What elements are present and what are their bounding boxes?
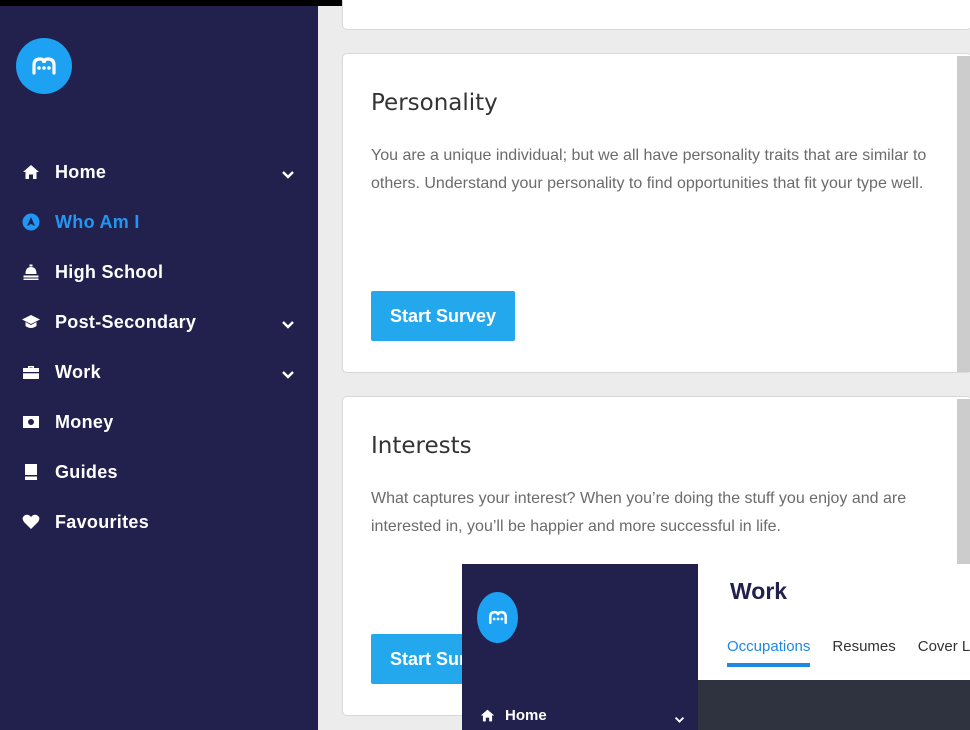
start-survey-button[interactable]: Start Survey [371, 291, 515, 341]
logo-icon [488, 610, 507, 625]
sidebar-item-favourites[interactable]: Favourites [0, 497, 318, 547]
tab-occupations[interactable]: Occupations [727, 638, 811, 667]
app-logo[interactable] [477, 592, 518, 643]
previous-card [342, 0, 970, 30]
card-description: What captures your interest? When you’re… [371, 490, 907, 535]
sidebar-item-who-am-i[interactable]: Who Am I [0, 197, 318, 247]
home-icon [20, 161, 42, 183]
sidebar-item-money[interactable]: Money [0, 397, 318, 447]
card-title: Interests [371, 433, 472, 459]
chevron-down-icon[interactable] [281, 314, 295, 335]
sidebar-item-label: Work [55, 361, 101, 382]
logo-icon [32, 57, 56, 75]
sidebar-item-high-school[interactable]: High School [0, 247, 318, 297]
sidebar-item-home[interactable]: Home [0, 147, 318, 197]
scrollbar[interactable] [957, 399, 970, 565]
chevron-down-icon[interactable] [281, 164, 295, 185]
home-icon [480, 708, 496, 724]
personality-card: Personality You are a unique individual;… [342, 53, 970, 373]
chevron-down-icon[interactable] [281, 364, 295, 385]
tab-cover-letters[interactable]: Cover L [918, 638, 970, 667]
sidebar-item-label: Post-Secondary [55, 311, 197, 332]
sidebar-item-label: Home [505, 707, 547, 724]
work-page-preview: Home Work Occupations Resumes Cover L [462, 564, 970, 730]
sidebar-item-label: Home [55, 161, 107, 182]
heart-icon [20, 511, 42, 533]
page-title: Work [730, 578, 788, 604]
scrollbar[interactable] [957, 56, 970, 372]
sidebar-item-label: Guides [55, 461, 118, 482]
book-icon [20, 461, 42, 483]
sidebar-item-home[interactable]: Home [480, 707, 547, 724]
school-bell-icon [20, 261, 42, 283]
sidebar-item-label: Who Am I [55, 211, 140, 232]
tab-resumes[interactable]: Resumes [832, 638, 895, 667]
compass-icon [20, 211, 42, 233]
sidebar-item-post-secondary[interactable]: Post-Secondary [0, 297, 318, 347]
money-icon [20, 411, 42, 433]
card-title: Personality [371, 90, 498, 116]
sidebar-nav: Home Who Am I High School Post-Secondary [0, 147, 318, 547]
sidebar-item-label: Money [55, 411, 114, 432]
chevron-down-icon[interactable] [674, 711, 685, 729]
sidebar-item-guides[interactable]: Guides [0, 447, 318, 497]
preview-sidebar: Home [462, 564, 698, 730]
sidebar-item-label: Favourites [55, 511, 150, 532]
card-description: You are a unique individual; but we all … [371, 147, 927, 192]
briefcase-icon [20, 361, 42, 383]
sidebar-item-label: High School [55, 261, 164, 282]
sidebar-item-work[interactable]: Work [0, 347, 318, 397]
app-logo[interactable] [16, 38, 72, 94]
graduation-cap-icon [20, 311, 42, 333]
preview-banner [698, 680, 970, 730]
tab-bar: Occupations Resumes Cover L [727, 638, 970, 667]
sidebar: Home Who Am I High School Post-Secondary [0, 6, 318, 730]
